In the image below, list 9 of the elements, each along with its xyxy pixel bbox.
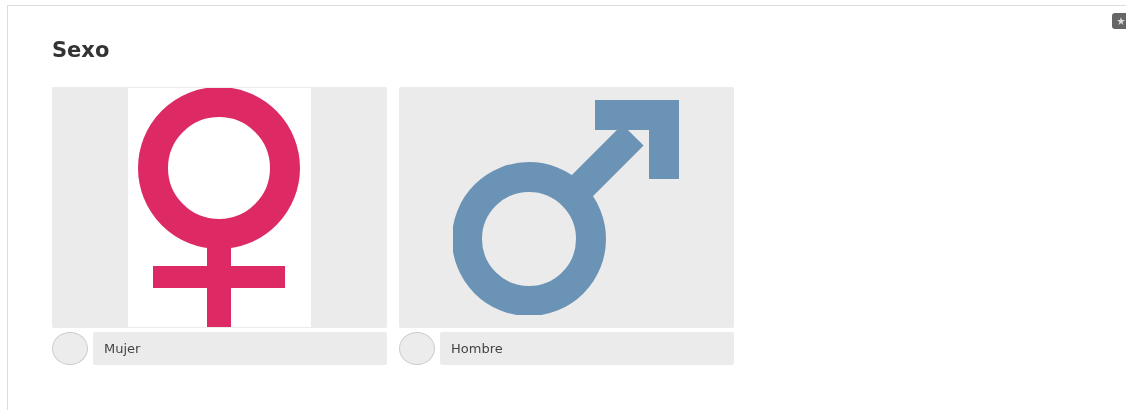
option-image-panel[interactable] xyxy=(52,87,387,329)
radio-button[interactable] xyxy=(52,332,88,366)
male-symbol-icon xyxy=(452,100,681,316)
option-image-panel[interactable] xyxy=(399,87,734,329)
radio-button[interactable] xyxy=(399,332,435,366)
option-label[interactable]: Mujer xyxy=(93,332,387,366)
option-label[interactable]: Hombre xyxy=(440,332,734,366)
female-symbol-icon xyxy=(128,88,311,328)
question-title: Sexo xyxy=(52,38,111,64)
